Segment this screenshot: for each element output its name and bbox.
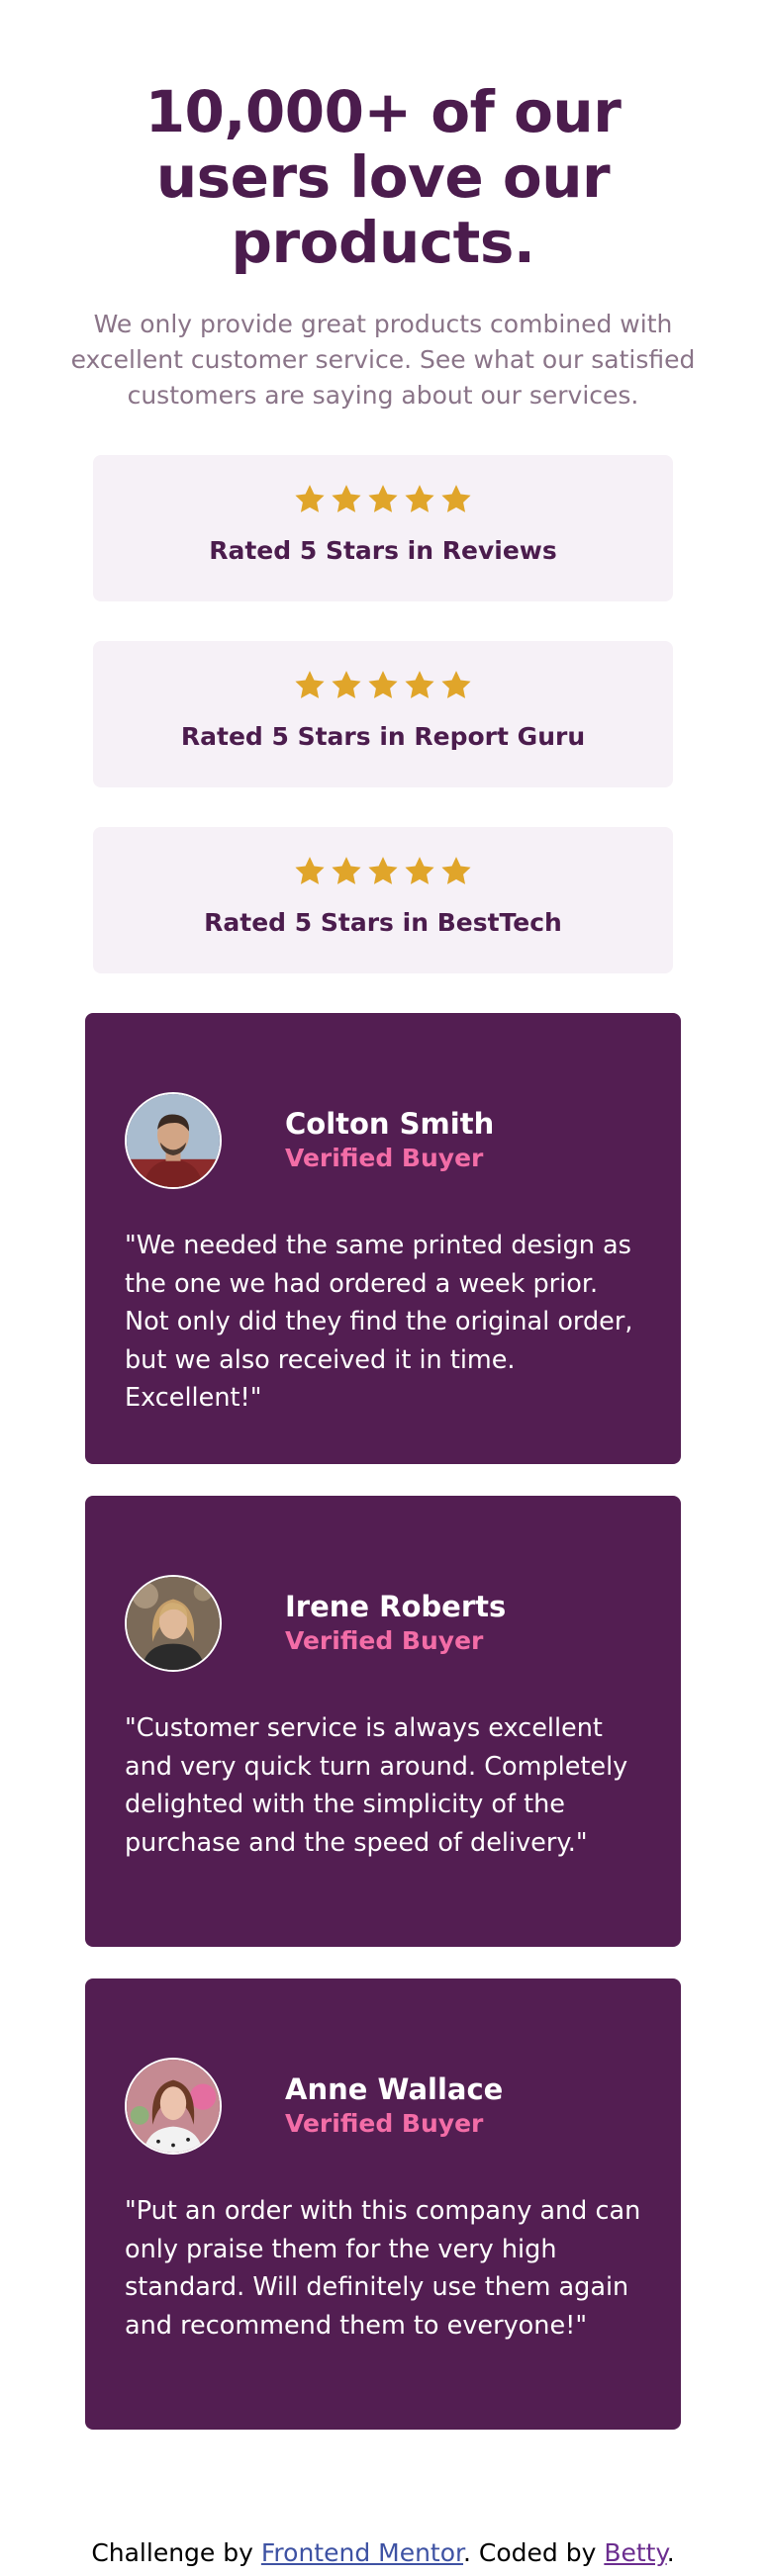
testimonials-section: Colton Smith Verified Buyer "We needed t… [85,1013,681,2430]
frontend-mentor-link[interactable]: Frontend Mentor [261,2538,463,2567]
avatar [125,2058,222,2155]
rating-card: Rated 5 Stars in Report Guru [93,641,673,787]
star-rating [93,669,673,708]
star-icon [368,857,398,884]
star-icon [405,485,434,512]
verified-badge: Verified Buyer [285,1626,484,1655]
reviewer: Anne Wallace Verified Buyer [125,2058,643,2155]
author-link[interactable]: Betty [604,2538,666,2567]
star-icon [368,485,398,512]
verified-badge: Verified Buyer [285,1144,484,1172]
reviewer: Irene Roberts Verified Buyer [125,1575,643,1672]
rating-label: Rated 5 Stars in Report Guru [180,722,586,751]
testimonial-quote: "Customer service is always excellent an… [125,1713,628,1858]
star-icon [441,671,471,698]
attribution-suffix: . [666,2538,675,2567]
star-icon [332,671,361,698]
star-rating [93,483,673,522]
avatar [125,1092,222,1189]
star-icon [332,857,361,884]
attribution: Challenge by Frontend Mentor. Coded by B… [0,2538,766,2567]
attribution-middle: . Coded by [463,2538,605,2567]
page-title: 10,000+ of our users love our products. [144,78,622,276]
avatar-photo-irene [127,1577,220,1670]
rating-card: Rated 5 Stars in Reviews [93,455,673,601]
star-icon [405,857,434,884]
reviewer-name: Irene Roberts [285,1590,507,1623]
star-icon [368,671,398,698]
star-icon [295,857,325,884]
testimonial-quote: "We needed the same printed design as th… [125,1231,633,1413]
star-icon [295,485,325,512]
testimonial-card: Irene Roberts Verified Buyer "Customer s… [85,1496,681,1947]
rating-card: Rated 5 Stars in BestTech [93,827,673,973]
page-description: We only provide great products combined … [70,310,696,410]
reviewer: Colton Smith Verified Buyer [125,1092,643,1189]
star-icon [295,671,325,698]
star-icon [332,485,361,512]
page: 10,000+ of our users love our products. … [0,0,766,2430]
avatar [125,1575,222,1672]
testimonial-quote: "Put an order with this company and can … [125,2196,641,2341]
testimonial-card: Colton Smith Verified Buyer "We needed t… [85,1013,681,1464]
star-icon [441,485,471,512]
rating-label: Rated 5 Stars in BestTech [204,908,562,937]
avatar-photo-colton [127,1094,220,1187]
star-rating [93,855,673,894]
reviewer-name: Anne Wallace [285,2072,504,2106]
testimonial-card: Anne Wallace Verified Buyer "Put an orde… [85,1978,681,2430]
star-icon [441,857,471,884]
attribution-prefix: Challenge by [91,2538,261,2567]
avatar-photo-anne [127,2060,220,2153]
verified-badge: Verified Buyer [285,2109,484,2138]
ratings-section: Rated 5 Stars in Reviews Rated 5 Stars i… [93,455,673,973]
reviewer-name: Colton Smith [285,1107,495,1141]
star-icon [405,671,434,698]
rating-label: Rated 5 Stars in Reviews [209,536,557,565]
